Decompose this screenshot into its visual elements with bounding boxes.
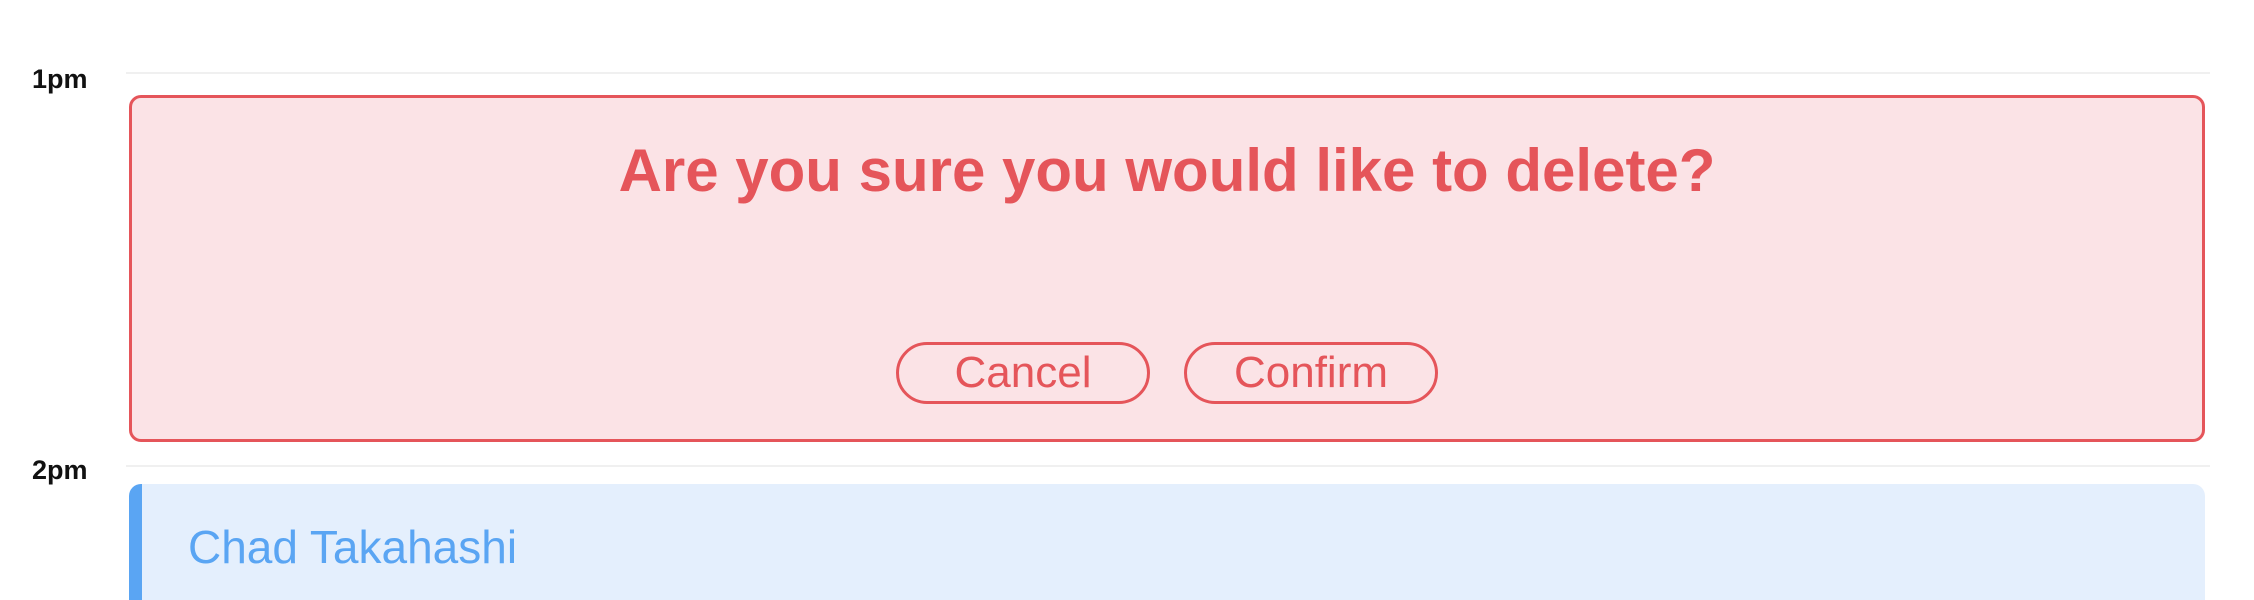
time-label-1pm: 1pm — [32, 64, 88, 94]
event-card[interactable]: Chad Takahashi — [129, 484, 2205, 600]
confirmation-actions: Cancel Confirm — [132, 342, 2202, 404]
event-name: Chad Takahashi — [188, 521, 518, 573]
hour-divider-1pm — [126, 72, 2210, 74]
confirm-button[interactable]: Confirm — [1184, 342, 1438, 404]
time-label-2pm: 2pm — [32, 455, 88, 485]
hour-divider-2pm — [126, 465, 2210, 467]
delete-confirmation-title: Are you sure you would like to delete? — [618, 137, 1716, 204]
day-schedule: 1pm Are you sure you would like to delet… — [0, 0, 2254, 600]
delete-confirmation-panel: Are you sure you would like to delete? C… — [129, 95, 2205, 442]
cancel-button[interactable]: Cancel — [896, 342, 1150, 404]
